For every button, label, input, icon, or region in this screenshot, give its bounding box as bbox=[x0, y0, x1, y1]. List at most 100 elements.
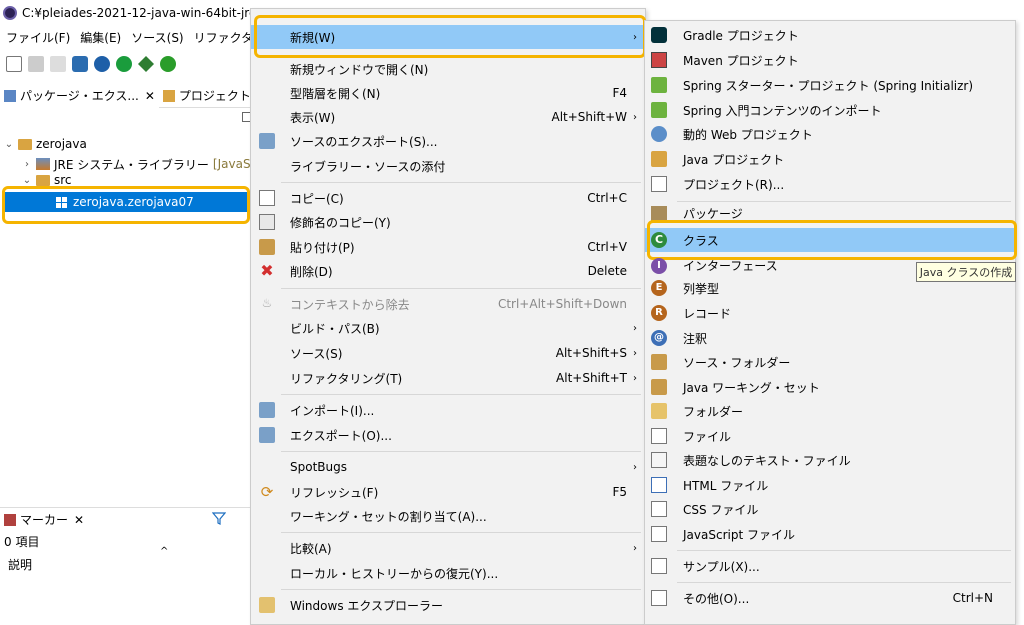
menu-file[interactable]: ファイル(F) bbox=[6, 29, 70, 46]
submenu-item-label: その他(O)... bbox=[683, 591, 750, 606]
menu-item-accelerator: Ctrl+C bbox=[587, 191, 627, 205]
save-icon[interactable] bbox=[28, 56, 44, 72]
submenu-item-css-file[interactable]: CSS ファイル bbox=[645, 497, 1015, 521]
submenu-item-javascript-file[interactable]: JavaScript ファイル bbox=[645, 522, 1015, 546]
menu-item-accelerator: F4 bbox=[612, 86, 627, 100]
menu-item-assign-working-set[interactable]: ワーキング・セットの割り当て(A)... bbox=[251, 504, 645, 528]
menu-item-compare[interactable]: 比較(A) › bbox=[251, 536, 645, 560]
submenu-item-example[interactable]: サンプル(X)... bbox=[645, 554, 1015, 578]
submenu-item-java-project[interactable]: Java プロジェクト bbox=[645, 147, 1015, 171]
run-green-icon[interactable] bbox=[160, 56, 176, 72]
submenu-item-label: クラス bbox=[683, 233, 719, 248]
menu-item-show-in[interactable]: 表示(W) Alt+Shift+W › bbox=[251, 105, 645, 129]
menu-item-label: 新規(W) bbox=[290, 30, 336, 45]
submenu-item-spring-starter[interactable]: Spring スターター・プロジェクト (Spring Initializr) bbox=[645, 73, 1015, 97]
submenu-item-label: 表題なしのテキスト・ファイル bbox=[683, 453, 851, 468]
tree-item-src[interactable]: ⌄ src bbox=[22, 174, 72, 186]
tab-package-explorer[interactable]: パッケージ・エクス... ✕ bbox=[0, 83, 159, 108]
library-icon bbox=[36, 158, 50, 170]
close-icon[interactable]: ✕ bbox=[74, 513, 84, 527]
export-source-icon bbox=[259, 133, 275, 149]
package-icon bbox=[651, 206, 667, 222]
menu-item-new[interactable]: 新規(W) › bbox=[251, 25, 645, 49]
submenu-item-source-folder[interactable]: ソース・フォルダー bbox=[645, 350, 1015, 374]
menu-item-open-type-hierarchy[interactable]: 型階層を開く(N) F4 bbox=[251, 81, 645, 105]
menu-item-label: 新規ウィンドウで開く(N) bbox=[290, 62, 429, 77]
submenu-item-html-file[interactable]: HTML ファイル bbox=[645, 473, 1015, 497]
expand-arrow-icon[interactable]: ⌄ bbox=[4, 139, 14, 150]
submenu-item-spring-guides[interactable]: Spring 入門コンテンツのインポート bbox=[645, 98, 1015, 122]
tree-item-package-selected[interactable]: zerojava.zerojava07 bbox=[4, 192, 248, 212]
menu-item-export-source[interactable]: ソースのエクスポート(S)... bbox=[251, 129, 645, 153]
submenu-arrow-icon: › bbox=[633, 461, 637, 473]
menu-item-label: リフレッシュ(F) bbox=[290, 485, 379, 500]
menu-item-build-path[interactable]: ビルド・パス(B) › bbox=[251, 316, 645, 340]
menu-item-copy-qualified-name[interactable]: 修飾名のコピー(Y) bbox=[251, 210, 645, 234]
menu-item-import[interactable]: インポート(I)... bbox=[251, 398, 645, 422]
expand-arrow-icon[interactable]: ⌄ bbox=[22, 175, 32, 186]
menu-edit[interactable]: 編集(E) bbox=[80, 29, 121, 46]
collapse-arrow-icon[interactable]: › bbox=[22, 159, 32, 170]
submenu-item-other[interactable]: その他(O)... Ctrl+N bbox=[645, 586, 1015, 610]
menu-source[interactable]: ソース(S) bbox=[131, 29, 183, 46]
submenu-item-class[interactable]: C クラス bbox=[645, 228, 1015, 252]
new-file-icon[interactable] bbox=[6, 56, 22, 72]
windows-explorer-icon bbox=[259, 597, 275, 613]
markers-column-description[interactable]: 説明 bbox=[8, 556, 32, 573]
menu-item-remove-from-context[interactable]: ♨ コンテキストから除去 Ctrl+Alt+Shift+Down bbox=[251, 292, 645, 316]
source-folder-icon bbox=[651, 354, 667, 370]
terminal-icon[interactable] bbox=[72, 56, 88, 72]
submenu-item-label: Spring スターター・プロジェクト (Spring Initializr) bbox=[683, 78, 974, 93]
tooltip-create-java-class: Java クラスの作成 bbox=[916, 262, 1016, 282]
save-all-icon[interactable] bbox=[50, 56, 66, 72]
tree-item-project[interactable]: ⌄ zerojava bbox=[4, 134, 87, 154]
menu-item-accelerator: Ctrl+Alt+Shift+Down bbox=[497, 297, 627, 311]
submenu-item-package[interactable]: パッケージ bbox=[645, 204, 1015, 222]
submenu-item-label: パッケージ bbox=[683, 206, 743, 221]
record-icon: R bbox=[651, 305, 667, 321]
submenu-item-record[interactable]: R レコード bbox=[645, 301, 1015, 325]
menu-item-label: 型階層を開く(N) bbox=[290, 86, 381, 101]
spring-import-icon bbox=[651, 102, 667, 118]
project-explorer-icon bbox=[162, 89, 175, 102]
menu-separator bbox=[677, 550, 1011, 551]
submenu-item-label: Maven プロジェクト bbox=[683, 53, 799, 68]
menu-item-paste[interactable]: 貼り付け(P) Ctrl+V bbox=[251, 235, 645, 259]
remove-context-icon: ♨ bbox=[261, 296, 273, 310]
close-icon[interactable]: ✕ bbox=[145, 89, 155, 103]
menu-item-label: リファクタリング(T) bbox=[290, 371, 403, 386]
debug-icon[interactable] bbox=[138, 56, 154, 72]
run-icon[interactable] bbox=[116, 56, 132, 72]
menu-item-source[interactable]: ソース(S) Alt+Shift+S › bbox=[251, 341, 645, 365]
submenu-item-gradle-project[interactable]: Gradle プロジェクト bbox=[645, 23, 1015, 47]
submenu-item-dynamic-web-project[interactable]: 動的 Web プロジェクト bbox=[645, 122, 1015, 146]
menu-separator bbox=[281, 532, 641, 533]
menu-item-spotbugs[interactable]: SpotBugs › bbox=[251, 455, 645, 479]
submenu-item-maven-project[interactable]: Maven プロジェクト bbox=[645, 48, 1015, 72]
menu-item-refactor[interactable]: リファクタリング(T) Alt+Shift+T › bbox=[251, 366, 645, 390]
filter-icon[interactable] bbox=[212, 511, 226, 525]
settings-icon[interactable] bbox=[94, 56, 110, 72]
submenu-item-java-working-set[interactable]: Java ワーキング・セット bbox=[645, 375, 1015, 399]
example-icon bbox=[651, 558, 667, 574]
submenu-item-project[interactable]: プロジェクト(R)... bbox=[645, 172, 1015, 196]
menu-item-label: ソース(S) bbox=[290, 346, 343, 361]
menu-item-refresh[interactable]: ⟳ リフレッシュ(F) F5 bbox=[251, 480, 645, 504]
menu-item-open-new-window[interactable]: 新規ウィンドウで開く(N) bbox=[251, 57, 645, 81]
markers-tab-label[interactable]: マーカー bbox=[20, 511, 68, 528]
menu-item-windows-explorer[interactable]: Windows エクスプローラー bbox=[251, 593, 645, 617]
menu-item-copy[interactable]: コピー(C) Ctrl+C bbox=[251, 186, 645, 210]
menu-item-label: ワーキング・セットの割り当て(A)... bbox=[290, 509, 487, 524]
submenu-item-file[interactable]: ファイル bbox=[645, 424, 1015, 448]
menu-item-restore-local-history[interactable]: ローカル・ヒストリーからの復元(Y)... bbox=[251, 561, 645, 585]
markers-icon bbox=[4, 513, 16, 526]
tree-item-jre[interactable]: › JRE システム・ライブラリー [JavaSE-17 bbox=[22, 154, 278, 174]
web-project-icon bbox=[651, 126, 667, 142]
submenu-item-annotation[interactable]: @ 注釈 bbox=[645, 326, 1015, 350]
menu-item-attach-source[interactable]: ライブラリー・ソースの添付 bbox=[251, 154, 645, 178]
submenu-item-folder[interactable]: フォルダー bbox=[645, 399, 1015, 423]
submenu-item-untitled-text-file[interactable]: 表題なしのテキスト・ファイル bbox=[645, 448, 1015, 472]
menu-item-export[interactable]: エクスポート(O)... bbox=[251, 423, 645, 447]
javascript-file-icon bbox=[651, 526, 667, 542]
menu-item-delete[interactable]: ✖ 削除(D) Delete bbox=[251, 259, 645, 283]
